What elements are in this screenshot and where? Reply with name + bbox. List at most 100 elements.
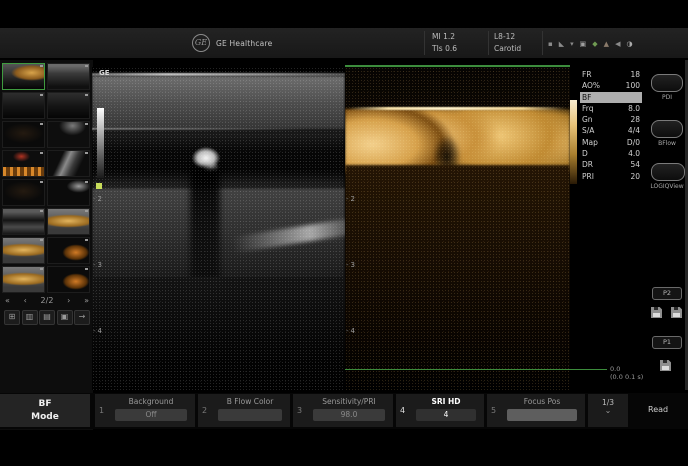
probe-preset-readout[interactable]: L8-12 Carotid <box>494 31 521 55</box>
param-label: FR <box>582 69 592 80</box>
softkey-label: Sensitivity/PRI <box>307 397 391 406</box>
mode-indicator: BF Mode <box>0 394 90 427</box>
thumbnail[interactable] <box>2 179 45 206</box>
param-value: 8.0 <box>628 103 640 114</box>
softkey-focus-pos[interactable]: 5 Focus Pos <box>487 394 585 427</box>
thumbnail[interactable] <box>47 121 90 148</box>
bflow-colorbar <box>570 100 577 184</box>
bflow-button[interactable] <box>651 120 683 138</box>
depth-mark: -3 <box>93 261 102 269</box>
thumbnail[interactable] <box>2 237 45 264</box>
thumbnail-grid <box>2 63 92 293</box>
param-label: S/A <box>582 125 594 136</box>
thumbnail[interactable] <box>2 150 45 177</box>
softkey-sri-hd[interactable]: 4SRI HD4 <box>396 394 484 427</box>
thumbnail[interactable] <box>47 237 90 264</box>
thumbnail[interactable] <box>2 266 45 293</box>
prev-page-button[interactable]: ‹ <box>24 296 27 305</box>
pdi-button[interactable] <box>651 74 683 92</box>
topbar-divider <box>424 31 425 55</box>
softkey-slider[interactable] <box>507 409 577 421</box>
softkey-sensitivity-pri[interactable]: 3 Sensitivity/PRI 98.0 <box>293 394 393 427</box>
p1-button[interactable]: P1 <box>652 336 682 349</box>
softkey-number: 3 <box>297 406 302 415</box>
param-row: AO%100 <box>580 80 642 91</box>
bflow-label: BFlow <box>646 140 688 147</box>
probe-name: L8-12 <box>494 31 521 43</box>
last-page-button[interactable]: » <box>84 296 89 305</box>
param-label: DR <box>582 159 593 170</box>
mi-value: MI 1.2 <box>432 31 457 43</box>
bflow-image[interactable]: -2-3-4 <box>345 67 570 390</box>
softkey-number: 5 <box>491 406 496 415</box>
pdi-label: PDI <box>646 94 688 101</box>
thumbnail[interactable] <box>47 208 90 235</box>
save-disk-icon[interactable] <box>660 360 671 371</box>
param-label: Map <box>582 137 598 148</box>
farfield-layer <box>92 277 345 390</box>
softkey-background[interactable]: 1BackgroundOff <box>95 394 195 427</box>
cine-time-readout: 0.0 (0.0 0.1 s) <box>610 365 643 381</box>
param-label: AO% <box>582 80 600 91</box>
param-row: BF <box>580 92 642 103</box>
thumbnail[interactable] <box>2 208 45 235</box>
param-row: PRI20 <box>580 171 642 182</box>
tis-value: TIs 0.6 <box>432 43 457 55</box>
thumbnail[interactable] <box>2 63 45 90</box>
param-label: PRI <box>582 171 594 182</box>
save-disk-icon[interactable] <box>671 307 682 318</box>
thumbnail[interactable] <box>47 266 90 293</box>
param-value: 18 <box>630 69 640 80</box>
alert-status-icon: ▲ <box>604 40 609 48</box>
arrow-status-icon: ◀ <box>615 40 620 48</box>
param-label: D <box>582 148 588 159</box>
depth-mark: -4 <box>93 327 102 335</box>
next-page-button[interactable]: › <box>67 296 70 305</box>
param-row: DR54 <box>580 159 642 170</box>
bmode-image[interactable]: GE -2-3-4 <box>92 67 345 390</box>
thumbnail[interactable] <box>47 179 90 206</box>
softkey-label: Focus Pos <box>501 397 583 406</box>
softkey-value[interactable]: Off <box>115 409 187 421</box>
softkey-label: Background <box>109 397 193 406</box>
softkey-value[interactable]: 4 <box>416 409 476 421</box>
save-clip-icon[interactable]: ▤ <box>39 310 55 325</box>
keyboard-status-icon: ▣ <box>580 40 587 48</box>
thumbnail[interactable] <box>47 92 90 119</box>
softkey-page-control[interactable]: 1/3 ⌄ <box>588 394 628 427</box>
thumbnail[interactable] <box>47 150 90 177</box>
transfer-icon[interactable]: → <box>74 310 90 325</box>
depth-mark: -2 <box>93 195 102 203</box>
superficial-tissue-layer <box>92 76 345 130</box>
cine-timeline[interactable] <box>345 369 607 370</box>
thumbnail[interactable] <box>2 121 45 148</box>
softkey-value[interactable] <box>218 409 282 421</box>
probe-status-icon: ▪ <box>548 40 553 48</box>
topbar-divider <box>542 31 543 55</box>
p2-button[interactable]: P2 <box>652 287 682 300</box>
param-label: Frq <box>582 103 593 114</box>
topbar-divider <box>488 31 489 55</box>
save-disk-icon[interactable] <box>651 307 662 318</box>
chevron-down-icon[interactable]: ⌄ <box>588 407 628 415</box>
active-image-indicator <box>345 65 570 67</box>
param-row: MapD/0 <box>580 137 642 148</box>
param-value: 4/4 <box>628 125 640 136</box>
softkey-value[interactable]: 98.0 <box>313 409 385 421</box>
softkey-label: B Flow Color <box>212 397 288 406</box>
thumbnail[interactable] <box>47 63 90 90</box>
first-page-button[interactable]: « <box>5 296 10 305</box>
delete-image-icon[interactable]: ▥ <box>22 310 38 325</box>
param-label: BF <box>582 92 591 103</box>
export-image-icon[interactable]: ▣ <box>57 310 73 325</box>
depth-mark: -2 <box>346 195 355 203</box>
layout-grid-icon[interactable]: ⊞ <box>4 310 20 325</box>
ultrasound-screen: GE GE Healthcare MI 1.2 TIs 0.6 L8-12 Ca… <box>0 0 688 466</box>
param-row: Frq 8.0 <box>580 103 642 114</box>
logiqview-button[interactable] <box>651 163 685 181</box>
softkey-b-flow-color[interactable]: 2 B Flow Color <box>198 394 290 427</box>
thumbnail[interactable] <box>2 92 45 119</box>
usb-status-icon: ◆ <box>592 40 597 48</box>
cursor-status-icon: ◣ <box>559 40 564 48</box>
softkey-number: 2 <box>202 406 207 415</box>
